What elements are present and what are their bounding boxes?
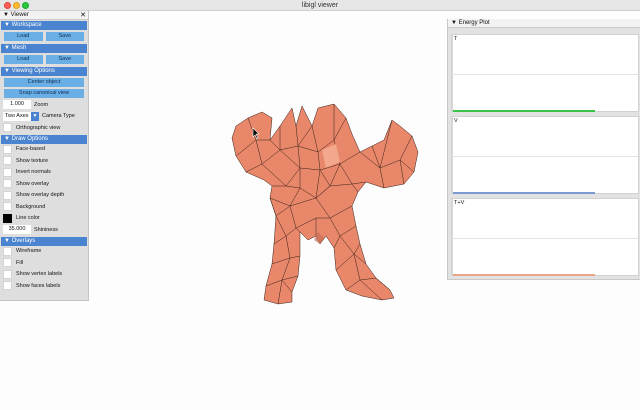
armadillo-mesh bbox=[231, 103, 419, 305]
workspace-load-button[interactable]: Load bbox=[4, 32, 43, 41]
zoom-input[interactable]: 1.000 bbox=[3, 100, 31, 110]
fill-checkbox[interactable] bbox=[3, 258, 12, 268]
energy-plot-v: V bbox=[451, 116, 639, 194]
line-color-swatch[interactable] bbox=[3, 213, 12, 223]
collapse-arrow-icon: ▼ bbox=[4, 22, 10, 28]
workspace-save-button[interactable]: Save bbox=[45, 32, 84, 41]
show-overlay-depth-checkbox[interactable] bbox=[3, 190, 12, 200]
camera-type-value: Two Axes bbox=[3, 111, 31, 121]
wireframe-checkbox[interactable] bbox=[3, 246, 12, 256]
show-texture-label: Show texture bbox=[16, 157, 49, 164]
collapse-arrow-icon: ▼ bbox=[4, 45, 10, 51]
mesh-section-label: Mesh bbox=[11, 45, 27, 51]
energy-plot-title: Energy Plot bbox=[458, 20, 490, 26]
show-overlay-label: Show overlay bbox=[16, 180, 50, 187]
energy-plot-t: T bbox=[451, 34, 639, 112]
workspace-section-header[interactable]: ▼ Workspace bbox=[1, 21, 87, 30]
background-label: Background bbox=[16, 203, 46, 210]
viewing-options-section-label: Viewing Options bbox=[11, 68, 55, 74]
series-line bbox=[453, 192, 595, 194]
snap-canonical-view-button[interactable]: Snap canonical view bbox=[4, 89, 84, 98]
collapse-arrow-icon: ▼ bbox=[4, 68, 10, 74]
line-color-label: Line color bbox=[16, 215, 40, 222]
energy-plot-tv: T+V bbox=[451, 198, 639, 276]
zoom-label: Zoom bbox=[34, 101, 49, 108]
mesh-load-button[interactable]: Load bbox=[4, 55, 43, 64]
face-based-checkbox[interactable] bbox=[3, 144, 12, 154]
energy-plot-panel: ▼ Energy Plot T V T+V bbox=[447, 19, 640, 280]
plot-label: T+V bbox=[454, 200, 465, 206]
center-object-button[interactable]: Center object bbox=[4, 78, 84, 87]
energy-plot-header[interactable]: ▼ Energy Plot bbox=[448, 19, 640, 28]
collapse-arrow-icon[interactable]: ▼ bbox=[3, 12, 9, 18]
camera-type-label: Camera Type bbox=[42, 113, 75, 120]
mesh-save-button[interactable]: Save bbox=[45, 55, 84, 64]
viewer-panel-title: Viewer bbox=[10, 12, 29, 18]
background-color-swatch[interactable] bbox=[3, 202, 12, 212]
show-overlay-checkbox[interactable] bbox=[3, 179, 12, 189]
show-overlay-depth-label: Show overlay depth bbox=[16, 192, 65, 199]
close-panel-icon[interactable]: ✕ bbox=[80, 11, 86, 20]
plot-label: V bbox=[454, 118, 458, 124]
draw-options-section-label: Draw Options bbox=[11, 135, 48, 142]
overlays-section-label: Overlays bbox=[11, 237, 36, 244]
collapse-arrow-icon: ▼ bbox=[4, 135, 10, 142]
overlays-section-header[interactable]: ▼ Overlays bbox=[1, 236, 87, 246]
draw-options-section-header[interactable]: ▼ Draw Options bbox=[1, 134, 87, 144]
show-vertex-labels-label: Show vertex labels bbox=[16, 271, 63, 278]
workspace-section-label: Workspace bbox=[11, 22, 42, 28]
show-vertex-labels-checkbox[interactable] bbox=[3, 269, 12, 279]
viewer-panel: ▼ Viewer ✕ ▼ Workspace Load Save ▼ Mesh … bbox=[0, 11, 89, 301]
invert-normals-label: Invert normals bbox=[16, 169, 51, 176]
collapse-arrow-icon: ▼ bbox=[4, 237, 10, 244]
plot-label: T bbox=[454, 36, 458, 42]
shininess-label: Shininess bbox=[34, 226, 58, 233]
series-line bbox=[453, 274, 595, 276]
series-line bbox=[453, 110, 595, 112]
wireframe-label: Wireframe bbox=[16, 248, 42, 255]
show-faces-labels-checkbox[interactable] bbox=[3, 281, 12, 291]
camera-type-select[interactable]: Two Axes ▼ bbox=[3, 111, 39, 121]
dropdown-arrow-icon[interactable]: ▼ bbox=[31, 111, 39, 121]
fill-label: Fill bbox=[16, 259, 24, 266]
show-faces-labels-label: Show faces labels bbox=[16, 282, 61, 289]
show-texture-checkbox[interactable] bbox=[3, 156, 12, 166]
invert-normals-checkbox[interactable] bbox=[3, 167, 12, 177]
mesh-section-header[interactable]: ▼ Mesh bbox=[1, 44, 87, 53]
face-based-label: Face-based bbox=[16, 146, 46, 153]
orthographic-checkbox[interactable] bbox=[3, 123, 12, 133]
orthographic-label: Orthographic view bbox=[16, 124, 61, 131]
collapse-arrow-icon[interactable]: ▼ bbox=[451, 20, 457, 26]
shininess-input[interactable]: 35.000 bbox=[3, 225, 31, 235]
viewing-options-section-header[interactable]: ▼ Viewing Options bbox=[1, 67, 87, 76]
viewer-panel-header[interactable]: ▼ Viewer ✕ bbox=[0, 11, 88, 20]
